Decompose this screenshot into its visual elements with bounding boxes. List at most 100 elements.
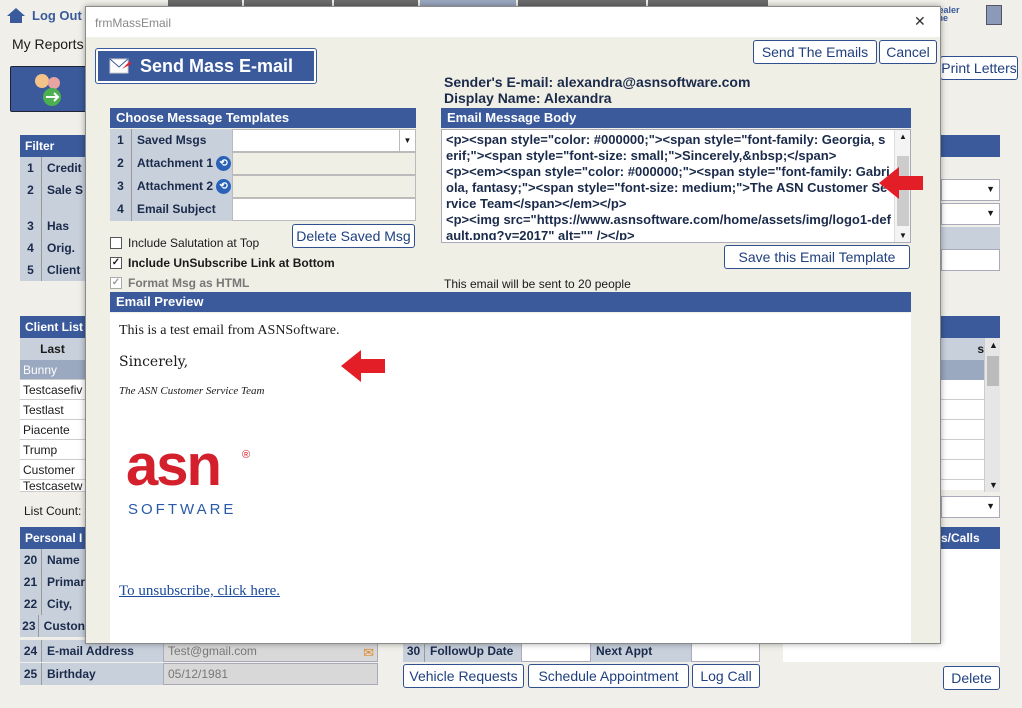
attachment-1-field[interactable] (232, 152, 416, 175)
filter-right-header (941, 135, 1000, 157)
client-list-header: Client List (20, 316, 85, 338)
templates-header: Choose Message Templates (110, 108, 416, 128)
mass-email-dialog: frmMassEmail ✕ Send Mass E-mail Send The… (85, 6, 941, 644)
template-row-attachment-2[interactable]: 3 Attachment 2 ⟲ (110, 175, 416, 198)
list-item[interactable] (941, 360, 984, 380)
delete-call-button[interactable]: Delete (943, 666, 1000, 690)
format-html-checkbox[interactable]: ✓ Format Msg as HTML (110, 276, 249, 290)
print-letters-button[interactable]: Print Letters (940, 56, 1018, 80)
birthday-field[interactable]: 05/12/1981 (163, 663, 378, 685)
filter-clients-header: Filter Clien (20, 135, 85, 157)
include-unsubscribe-checkbox[interactable]: ✓ Include UnSubscribe Link at Bottom (110, 256, 335, 270)
list-item[interactable]: Testcasefiv (20, 380, 85, 400)
asn-software-logo: asn ® SOFTWARE (126, 437, 256, 523)
logo-subtext: SOFTWARE (128, 501, 237, 518)
scroll-up-icon: ▲ (899, 132, 907, 141)
checkbox-box[interactable]: ✓ (110, 257, 122, 269)
logout-label: Log Out (32, 7, 82, 23)
client-list-scrollbar[interactable]: ▲ ▼ (984, 338, 1000, 492)
personal-row[interactable]: 23 Custon (20, 615, 85, 637)
list-count-label: List Count: (24, 504, 82, 518)
message-body-editor[interactable]: <p><span style="color: #000000;"><span s… (441, 129, 911, 243)
mass-email-icon (109, 58, 131, 74)
client-list-dropdown[interactable]: ▼ (941, 496, 1000, 518)
template-row-saved-msgs[interactable]: 1 Saved Msgs ▼ (110, 129, 416, 152)
checkbox-box[interactable] (110, 237, 122, 249)
chevron-down-icon[interactable]: ▼ (399, 130, 415, 151)
list-item[interactable]: Testlast (20, 400, 85, 420)
preview-closing: Sincerely, (119, 354, 189, 370)
client-list-column-last[interactable]: Last (20, 338, 85, 360)
list-item[interactable]: Bunny (20, 360, 85, 380)
calculator-icon[interactable] (986, 5, 1002, 25)
template-row-email-subject[interactable]: 4 Email Subject (110, 198, 416, 221)
preview-line: This is a test email from ASNSoftware. (119, 323, 340, 338)
display-name: Display Name: Alexandra (444, 90, 612, 106)
red-arrow-left-icon (879, 167, 923, 199)
cancel-button[interactable]: Cancel (879, 40, 937, 64)
personal-row[interactable]: 22City, St (20, 593, 85, 633)
unsubscribe-link[interactable]: To unsubscribe, click here. (119, 583, 280, 600)
scroll-up-icon: ▲ (989, 340, 998, 350)
personal-info-header: Personal I (20, 527, 85, 549)
calls-header: s/Calls (941, 527, 1000, 549)
send-emails-button[interactable]: Send The Emails (753, 40, 877, 64)
include-salutation-checkbox[interactable]: Include Salutation at Top (110, 236, 259, 250)
envelope-icon[interactable]: ✉ (363, 643, 374, 663)
chevron-down-icon: ▼ (986, 501, 995, 511)
filter-row[interactable]: 4Orig. S (20, 237, 85, 277)
attachment-2-field[interactable] (232, 175, 416, 198)
logo-registered: ® (242, 449, 251, 461)
close-icon[interactable]: ✕ (914, 13, 926, 30)
list-item[interactable]: Customer (20, 460, 85, 480)
email-subject-field[interactable] (232, 198, 416, 221)
scroll-down-icon: ▼ (899, 231, 907, 240)
chevron-down-icon: ▼ (986, 208, 995, 218)
filter-row[interactable]: 3Has Er (20, 215, 85, 255)
my-reports-menu[interactable]: My Reports (12, 36, 84, 52)
personal-row[interactable]: 20 Name (20, 549, 85, 571)
personal-row[interactable]: 21 Primar (20, 571, 85, 593)
filter-dropdown[interactable]: ▼ (941, 203, 1000, 225)
red-arrow-left-icon (341, 350, 385, 382)
filter-row[interactable]: 1 Credit (20, 157, 85, 179)
personal-row-birthday[interactable]: 25 Birthday 05/12/1981 (20, 663, 378, 685)
filter-row[interactable]: 5 Client (20, 259, 85, 281)
attach-icon[interactable]: ⟲ (216, 156, 232, 171)
filter-cell (941, 227, 1000, 249)
people-sync-icon (35, 74, 61, 106)
attach-icon[interactable]: ⟲ (216, 179, 232, 194)
filter-dropdown[interactable]: ▼ (941, 179, 1000, 201)
window-title: frmMassEmail (95, 16, 172, 30)
logout-button[interactable]: Log Out (6, 6, 82, 24)
sender-email: Sender's E-mail: alexandra@asnsoftware.c… (444, 74, 751, 90)
save-template-button[interactable]: Save this Email Template (724, 245, 910, 269)
saved-msgs-select[interactable]: ▼ (232, 129, 416, 152)
client-list-column-right: s (941, 338, 984, 360)
message-body-text[interactable]: <p><span style="color: #000000;"><span s… (446, 132, 892, 240)
dialog-title-badge: Send Mass E-mail (95, 48, 317, 84)
dialog-title: Send Mass E-mail (140, 55, 294, 76)
checkbox-box[interactable]: ✓ (110, 277, 122, 289)
list-item[interactable]: Piacente (20, 420, 85, 440)
people-sync-button[interactable] (10, 66, 86, 112)
chevron-down-icon: ▼ (986, 184, 995, 194)
client-list-right-rows (941, 380, 984, 490)
scrollbar-thumb[interactable] (987, 356, 999, 386)
list-item[interactable]: Trump (20, 440, 85, 460)
home-icon (7, 8, 25, 23)
logo-text: asn (126, 433, 222, 498)
template-row-attachment-1[interactable]: 2 Attachment 1 ⟲ (110, 152, 416, 175)
recipients-note: This email will be sent to 20 people (444, 277, 631, 291)
window-titlebar: frmMassEmail ✕ (86, 7, 940, 37)
vehicle-requests-button[interactable]: Vehicle Requests (403, 664, 524, 688)
list-item[interactable]: Testcasetw (20, 480, 85, 492)
log-call-button[interactable]: Log Call (692, 664, 760, 688)
delete-saved-msg-button[interactable]: Delete Saved Msg (292, 224, 415, 248)
filter-row[interactable]: 2 Sale S (20, 179, 85, 215)
filter-input[interactable] (941, 249, 1000, 271)
schedule-appointment-button[interactable]: Schedule Appointment (528, 664, 689, 688)
preview-signature: The ASN Customer Service Team (119, 385, 265, 397)
scroll-down-icon: ▼ (989, 480, 998, 490)
email-preview: This is a test email from ASNSoftware. S… (110, 313, 911, 643)
